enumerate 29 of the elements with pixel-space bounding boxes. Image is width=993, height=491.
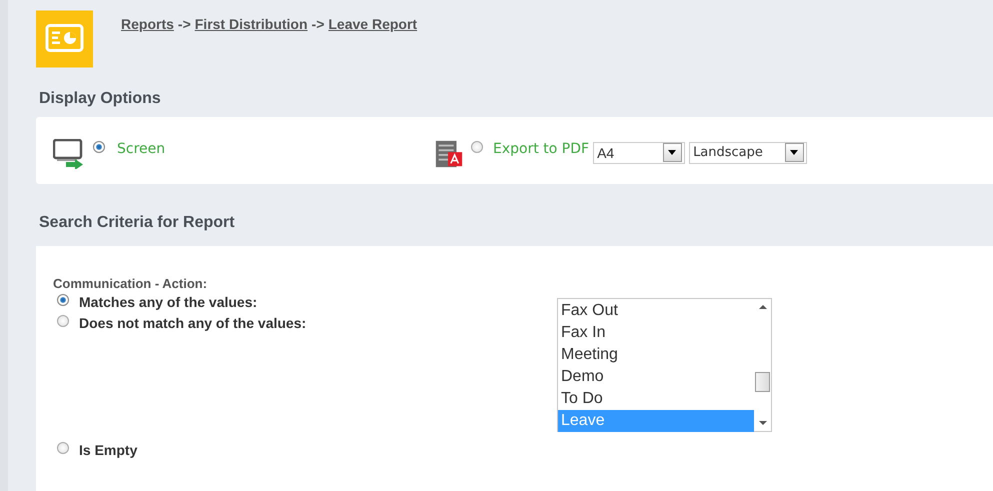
breadcrumb-link[interactable]: Reports — [121, 16, 174, 32]
list-option[interactable]: Meeting — [558, 344, 754, 366]
list-option[interactable]: To Do — [558, 388, 754, 410]
section-title: Search Criteria for Report — [39, 214, 236, 233]
monitor-arrow-icon — [53, 138, 85, 168]
values-listbox[interactable]: Fax Out Fax In Meeting Demo To Do Leave — [557, 298, 772, 432]
list-option[interactable]: Fax In — [558, 322, 754, 344]
option-label: Screen — [117, 140, 166, 156]
orientation-dropdown[interactable]: Landscape — [689, 142, 808, 164]
option-label: Is Empty — [79, 442, 138, 458]
pdf-file-icon — [433, 138, 465, 168]
option-label: Export to PDF — [493, 140, 590, 156]
option-label: Does not match any of the values: — [79, 314, 306, 330]
breadcrumb-link[interactable]: Leave Report — [328, 16, 418, 32]
field-label: Communication - Action: — [53, 276, 208, 291]
option-label: Matches any of the values: — [79, 294, 258, 310]
radio-button[interactable] — [57, 314, 69, 326]
radio-button[interactable] — [57, 294, 69, 306]
report-logo-icon — [36, 10, 93, 68]
paper-size-dropdown[interactable]: A4 — [593, 142, 686, 164]
radio-button[interactable] — [93, 140, 105, 152]
list-option[interactable]: Fax Out — [558, 300, 754, 322]
section-title: Display Options — [39, 90, 162, 109]
breadcrumb-separator: -> — [312, 16, 324, 32]
list-option[interactable]: Demo — [558, 366, 754, 388]
breadcrumb-separator: -> — [178, 16, 191, 32]
radio-button[interactable] — [57, 442, 69, 454]
breadcrumb-link[interactable]: First Distribution — [194, 16, 308, 32]
radio-button[interactable] — [471, 140, 483, 152]
